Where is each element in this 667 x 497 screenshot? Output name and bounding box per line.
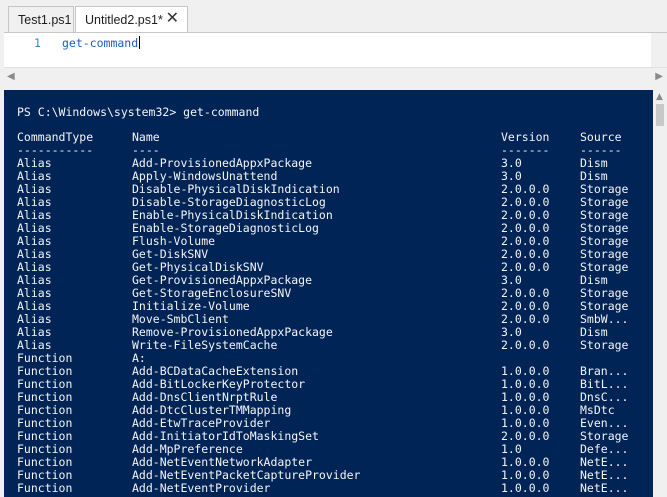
text-caret	[139, 36, 141, 49]
command-source-cell: NetE...	[580, 481, 629, 495]
command-source-cell: Storage	[580, 338, 629, 352]
scrollbar-thumb[interactable]	[656, 104, 664, 126]
tab-label: Untitled2.ps1*	[85, 13, 163, 27]
command-name-cell: Add-NetEventProvider	[132, 481, 271, 495]
console-vertical-scrollbar[interactable]: ▲	[653, 90, 667, 497]
close-icon[interactable]: ✕	[166, 10, 179, 28]
code-text: get-command	[62, 36, 139, 50]
tab-untitled2[interactable]: Untitled2.ps1* ✕	[75, 6, 188, 33]
console-pane[interactable]: PS C:\Windows\system32> get-command Comm…	[4, 90, 653, 497]
tab-bar: Test1.ps1 Untitled2.ps1* ✕	[0, 0, 667, 33]
scroll-up-icon[interactable]: ▲	[656, 92, 663, 102]
scroll-right-icon[interactable]: ▶	[655, 68, 663, 85]
command-version-cell: 2.0.0.0	[501, 338, 550, 352]
console-prompt: PS C:\Windows\system32> get-command	[17, 105, 260, 119]
editor-vertical-scrollbar[interactable]	[651, 33, 667, 68]
script-editor[interactable]: 1 get-command	[4, 32, 667, 68]
command-type-cell: Function	[17, 481, 73, 495]
line-number: 1	[34, 36, 41, 50]
editor-horizontal-scrollbar[interactable]: ◀ ▶	[4, 67, 667, 85]
command-version-cell: 1.0.0.0	[501, 481, 550, 495]
command-name-cell: Write-FileSystemCache	[132, 338, 278, 352]
scroll-left-icon[interactable]: ◀	[7, 68, 15, 85]
tab-test1[interactable]: Test1.ps1	[8, 6, 74, 32]
tab-label: Test1.ps1	[18, 12, 72, 27]
code-line[interactable]: get-command	[62, 36, 141, 50]
